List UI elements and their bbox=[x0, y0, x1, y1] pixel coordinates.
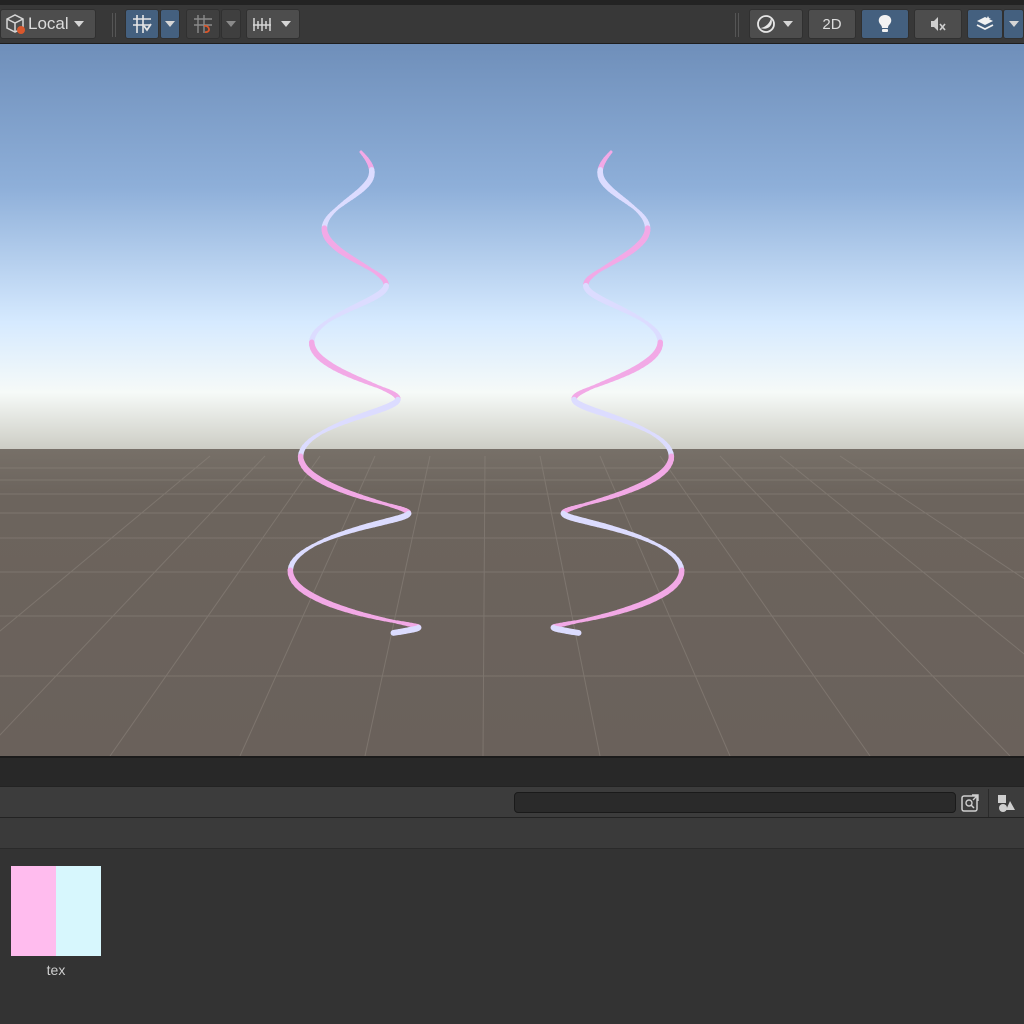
scene-effects-dropdown[interactable] bbox=[1003, 9, 1024, 39]
chevron-down-icon bbox=[226, 21, 236, 27]
scene-lighting-toggle[interactable] bbox=[861, 9, 909, 39]
scene-toolbar: Local 2D bbox=[0, 0, 1024, 44]
scene-audio-toggle[interactable] bbox=[914, 9, 962, 39]
asset-item[interactable]: tex bbox=[11, 866, 101, 978]
ruler-icon bbox=[251, 13, 273, 35]
scene-view-viewport[interactable] bbox=[0, 44, 1024, 756]
toolbar-separator bbox=[988, 789, 989, 817]
pivot-label: Local bbox=[28, 14, 69, 33]
toolbar-separator bbox=[112, 13, 116, 37]
grid-increment-icon bbox=[192, 13, 214, 35]
pivot-rotation-dropdown[interactable]: Local bbox=[0, 9, 96, 39]
grid-snap-icon bbox=[131, 13, 153, 35]
type-filter-button[interactable] bbox=[994, 791, 1018, 815]
lightbulb-icon bbox=[875, 13, 895, 35]
box-pivot-icon bbox=[4, 13, 26, 35]
project-assets-area: tex bbox=[0, 849, 1024, 1024]
texture-swatch-cyan bbox=[56, 866, 101, 956]
project-toolbar bbox=[0, 786, 1024, 818]
view-2d-toggle[interactable]: 2D bbox=[808, 9, 856, 39]
increment-snap-toggle[interactable] bbox=[186, 9, 220, 39]
increment-snap-dropdown[interactable] bbox=[221, 9, 241, 39]
scene-effects-toggle[interactable] bbox=[967, 9, 1003, 39]
search-input[interactable] bbox=[514, 792, 956, 813]
shading-mode-icon bbox=[755, 13, 777, 35]
chevron-down-icon bbox=[281, 21, 291, 27]
shading-mode-dropdown[interactable] bbox=[749, 9, 803, 39]
layers-effects-icon bbox=[974, 13, 996, 35]
panel-divider bbox=[0, 756, 1024, 786]
shapes-filter-icon bbox=[996, 793, 1016, 813]
texture-swatch-pink bbox=[11, 866, 56, 956]
grid-snap-toggle[interactable] bbox=[125, 9, 159, 39]
chevron-down-icon bbox=[783, 21, 793, 27]
asset-name: tex bbox=[46, 962, 66, 978]
audio-mute-icon bbox=[927, 13, 949, 35]
save-search-icon bbox=[960, 793, 980, 813]
ground-plane bbox=[0, 449, 1024, 756]
ruler-dropdown[interactable] bbox=[246, 9, 300, 39]
ribbon-segment bbox=[569, 628, 582, 636]
view-2d-label: 2D bbox=[822, 15, 842, 33]
breadcrumb-bar bbox=[0, 818, 1024, 849]
chevron-down-icon bbox=[73, 21, 84, 27]
chevron-down-icon bbox=[165, 21, 175, 27]
sky bbox=[0, 44, 1024, 454]
ribbon-segment bbox=[390, 628, 403, 636]
toolbar-separator bbox=[735, 13, 739, 37]
grid-snap-dropdown[interactable] bbox=[160, 9, 180, 39]
scene-canvas[interactable] bbox=[0, 44, 1024, 756]
chevron-down-icon bbox=[1008, 21, 1019, 27]
asset-thumbnail[interactable] bbox=[11, 866, 101, 956]
save-search-button[interactable] bbox=[958, 791, 982, 815]
